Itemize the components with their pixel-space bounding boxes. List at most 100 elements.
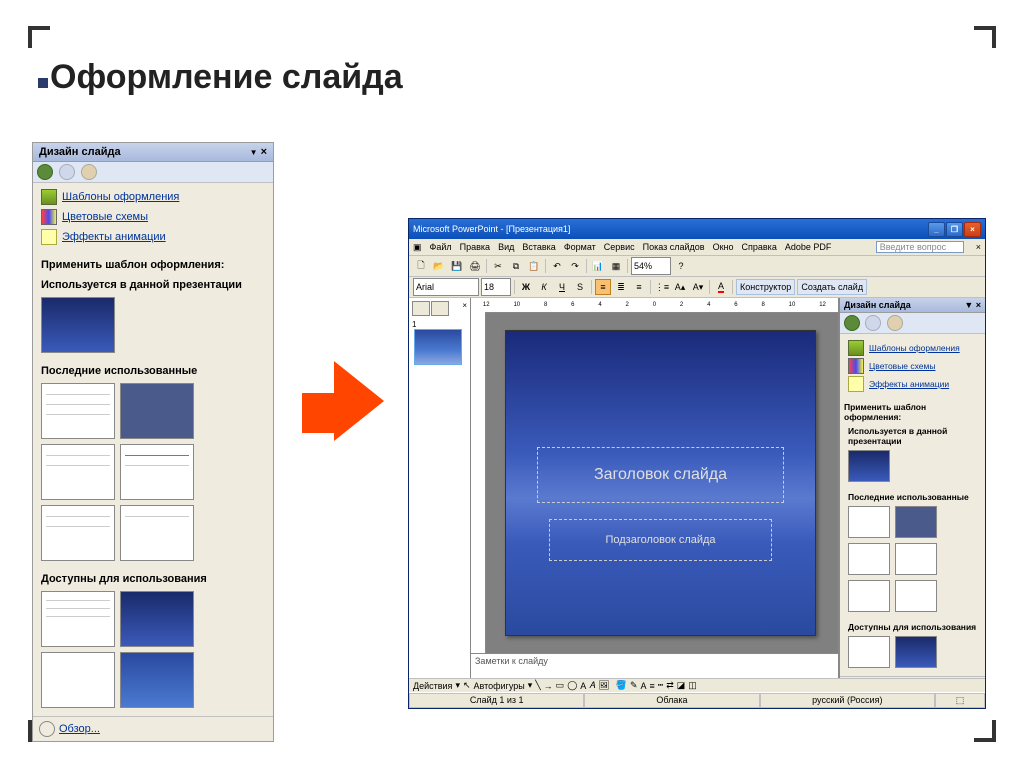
- template-thumb[interactable]: [120, 444, 194, 500]
- close-button[interactable]: ×: [964, 222, 981, 237]
- menu-help[interactable]: Справка: [742, 242, 777, 252]
- nav-forward-icon[interactable]: [59, 164, 75, 180]
- app-icon[interactable]: ▣: [413, 242, 422, 253]
- bullets-icon[interactable]: ⋮≡: [654, 279, 670, 295]
- template-thumb[interactable]: [41, 444, 115, 500]
- template-thumb[interactable]: [848, 543, 890, 575]
- copy-icon[interactable]: ⧉: [508, 258, 524, 274]
- shadow-icon[interactable]: ◪: [677, 680, 686, 691]
- underline-icon[interactable]: Ч: [554, 279, 570, 295]
- slide-thumb[interactable]: [414, 329, 462, 365]
- open-icon[interactable]: 📂: [431, 258, 447, 274]
- chart-icon[interactable]: 📊: [590, 258, 606, 274]
- clipart-icon[interactable]: 🖼: [598, 680, 609, 691]
- link-animation-effects[interactable]: Эффекты анимации: [848, 376, 977, 392]
- menu-window[interactable]: Окно: [713, 242, 734, 252]
- fill-color-icon[interactable]: 🪣: [616, 680, 627, 691]
- minimize-button[interactable]: _: [928, 222, 945, 237]
- right-taskpane-header[interactable]: Дизайн слайда ▼ ×: [840, 298, 985, 313]
- template-thumb[interactable]: [848, 506, 890, 538]
- template-thumb[interactable]: [41, 383, 115, 439]
- redo-icon[interactable]: ↷: [567, 258, 583, 274]
- menu-insert[interactable]: Вставка: [522, 242, 555, 252]
- line-style-icon[interactable]: ≡: [650, 681, 655, 691]
- constructor-button[interactable]: Конструктор: [736, 279, 795, 295]
- draw-actions-menu[interactable]: Действия: [413, 681, 452, 691]
- decrease-font-icon[interactable]: A▾: [690, 279, 706, 295]
- menu-format[interactable]: Формат: [564, 242, 596, 252]
- table-icon[interactable]: ▦: [608, 258, 624, 274]
- arrow-icon[interactable]: →: [544, 681, 553, 691]
- 3d-icon[interactable]: ◫: [688, 680, 697, 691]
- help-icon[interactable]: ?: [673, 258, 689, 274]
- link-design-templates[interactable]: Шаблоны оформления: [41, 189, 265, 205]
- template-thumb[interactable]: [120, 505, 194, 561]
- font-combo[interactable]: [413, 278, 479, 296]
- cut-icon[interactable]: ✂: [490, 258, 506, 274]
- ask-question-box[interactable]: Введите вопрос: [876, 241, 964, 253]
- maximize-button[interactable]: ❐: [946, 222, 963, 237]
- template-thumb[interactable]: [848, 450, 890, 482]
- font-color-icon[interactable]: A: [713, 279, 729, 295]
- rectangle-icon[interactable]: ▭: [556, 680, 565, 691]
- link-color-schemes[interactable]: Цветовые схемы: [848, 358, 977, 374]
- undo-icon[interactable]: ↶: [549, 258, 565, 274]
- link-design-templates[interactable]: Шаблоны оформления: [848, 340, 977, 356]
- print-icon[interactable]: 🖨: [467, 258, 483, 274]
- align-right-icon[interactable]: ≡: [631, 279, 647, 295]
- template-thumb[interactable]: [895, 580, 937, 612]
- nav-forward-icon[interactable]: [865, 315, 881, 331]
- outline-close-icon[interactable]: ×: [462, 301, 467, 316]
- title-placeholder[interactable]: Заголовок слайда: [537, 447, 784, 504]
- slide-canvas[interactable]: Заголовок слайда Подзаголовок слайда: [505, 330, 816, 636]
- template-thumb[interactable]: [120, 383, 194, 439]
- template-thumb[interactable]: [41, 652, 115, 708]
- notes-pane[interactable]: Заметки к слайду: [471, 653, 838, 678]
- nav-home-icon[interactable]: [81, 164, 97, 180]
- font-color-icon[interactable]: A: [640, 681, 646, 691]
- vertical-ruler[interactable]: [471, 312, 486, 658]
- save-icon[interactable]: 💾: [449, 258, 465, 274]
- line-icon[interactable]: ╲: [535, 680, 540, 691]
- arrow-style-icon[interactable]: ⇄: [666, 680, 674, 691]
- select-icon[interactable]: ↖: [463, 680, 471, 691]
- fontsize-combo[interactable]: [481, 278, 511, 296]
- link-color-schemes[interactable]: Цветовые схемы: [41, 209, 265, 225]
- template-thumb[interactable]: [848, 580, 890, 612]
- menu-adobe[interactable]: Adobe PDF: [785, 242, 832, 252]
- increase-font-icon[interactable]: A▴: [672, 279, 688, 295]
- new-icon[interactable]: 🗋: [413, 258, 429, 274]
- taskpane-header[interactable]: Дизайн слайда ▼ ×: [33, 143, 273, 162]
- template-thumb[interactable]: [848, 636, 890, 668]
- template-thumb[interactable]: [895, 506, 937, 538]
- template-thumb[interactable]: [120, 652, 194, 708]
- menu-slideshow[interactable]: Показ слайдов: [643, 242, 705, 252]
- menu-edit[interactable]: Правка: [460, 242, 490, 252]
- dash-style-icon[interactable]: ┅: [658, 680, 663, 691]
- template-thumb[interactable]: [41, 505, 115, 561]
- browse-link[interactable]: Обзор...: [33, 716, 273, 741]
- nav-home-icon[interactable]: [887, 315, 903, 331]
- template-thumb-current[interactable]: [41, 297, 115, 353]
- bold-icon[interactable]: Ж: [518, 279, 534, 295]
- nav-back-icon[interactable]: [844, 315, 860, 331]
- horizontal-ruler[interactable]: 12108642024681012: [471, 298, 838, 313]
- link-animation-effects[interactable]: Эффекты анимации: [41, 229, 265, 245]
- wordart-icon[interactable]: 𝐴: [589, 680, 595, 691]
- template-thumb[interactable]: [120, 591, 194, 647]
- autoshapes-menu[interactable]: Автофигуры: [474, 681, 525, 691]
- align-center-icon[interactable]: ≣: [613, 279, 629, 295]
- line-color-icon[interactable]: ✎: [630, 680, 638, 691]
- italic-icon[interactable]: К: [536, 279, 552, 295]
- outline-tab-icon[interactable]: [412, 301, 430, 316]
- taskpane-dropdown-icon[interactable]: ▼: [250, 148, 258, 157]
- nav-back-icon[interactable]: [37, 164, 53, 180]
- zoom-combo[interactable]: [631, 257, 671, 275]
- shadow-icon[interactable]: S: [572, 279, 588, 295]
- doc-close-button[interactable]: ×: [976, 242, 981, 252]
- outline-pane[interactable]: × 1: [409, 298, 471, 678]
- template-thumb[interactable]: [895, 543, 937, 575]
- right-browse-link[interactable]: Обзор...: [840, 676, 985, 678]
- subtitle-placeholder[interactable]: Подзаголовок слайда: [549, 519, 772, 561]
- template-thumb[interactable]: [895, 636, 937, 668]
